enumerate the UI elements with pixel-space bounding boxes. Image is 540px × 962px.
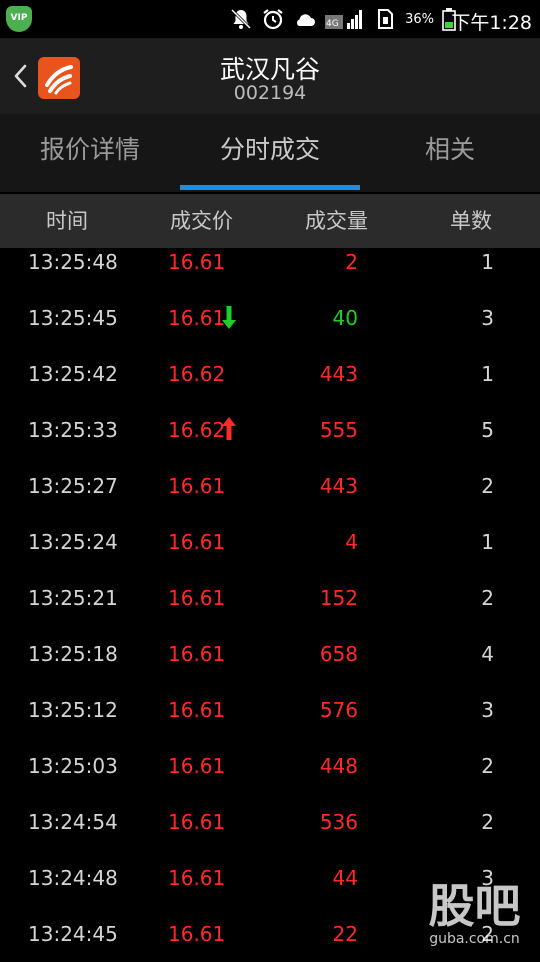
trade-price: 16.61 xyxy=(168,530,226,554)
trade-price: 16.62 xyxy=(168,362,226,386)
active-tab-indicator xyxy=(180,185,360,190)
trade-time: 13:25:18 xyxy=(28,642,118,666)
notifications-muted-icon xyxy=(231,8,252,30)
trade-time: 13:25:48 xyxy=(28,250,118,274)
trade-volume: 576 xyxy=(319,698,358,722)
trade-price: 16.61 xyxy=(168,810,226,834)
stock-code: 002194 xyxy=(233,82,307,104)
trade-price: 16.61 xyxy=(168,250,226,274)
trade-volume: 4 xyxy=(345,530,358,554)
tab-bar: 报价详情 分时成交 相关 xyxy=(0,114,540,192)
trade-price: 16.61 xyxy=(168,754,226,778)
signal-4g-icon: 4G xyxy=(325,10,363,29)
trade-price: 16.61 xyxy=(168,642,226,666)
arrow-up-icon xyxy=(222,417,236,440)
tab-quote-details[interactable]: 报价详情 xyxy=(0,114,180,192)
trade-time: 13:25:12 xyxy=(28,698,118,722)
trade-volume: 448 xyxy=(319,754,358,778)
table-row: 13:25:03 16.61 448 2 xyxy=(0,738,540,794)
table-row: 13:25:45 16.61 40 3 xyxy=(0,290,540,346)
trade-price: 16.61 xyxy=(168,922,226,946)
sim-card-icon xyxy=(378,9,394,29)
table-row: 13:24:54 16.61 536 2 xyxy=(0,794,540,850)
alarm-clock-icon xyxy=(263,9,283,30)
trade-count: 1 xyxy=(481,530,494,554)
trade-time: 13:25:42 xyxy=(28,362,118,386)
trade-count: 2 xyxy=(481,810,494,834)
table-row: 13:25:42 16.62 443 1 xyxy=(0,346,540,402)
trade-count: 2 xyxy=(481,474,494,498)
trade-time: 13:24:54 xyxy=(28,810,118,834)
battery-percent: 36% xyxy=(405,11,434,27)
trade-volume: 555 xyxy=(319,418,358,442)
table-row: 13:25:48 16.61 2 1 xyxy=(0,234,540,290)
trade-count: 1 xyxy=(481,362,494,386)
trade-count: 5 xyxy=(481,418,494,442)
status-icons: 4G 36% xyxy=(229,5,456,33)
trade-count: 3 xyxy=(481,306,494,330)
trade-count: 1 xyxy=(481,250,494,274)
trade-volume: 2 xyxy=(345,250,358,274)
trade-volume: 443 xyxy=(319,474,358,498)
trade-time: 13:24:45 xyxy=(28,922,118,946)
tab-tick-trades[interactable]: 分时成交 xyxy=(180,114,360,192)
status-bar: VIP 4G 36% 下午1:28 xyxy=(0,0,540,38)
weather-cloud-icon xyxy=(297,14,316,26)
arrow-down-icon xyxy=(222,306,236,329)
trade-price: 16.61 xyxy=(168,866,226,890)
trade-time: 13:24:48 xyxy=(28,866,118,890)
trade-price: 16.61 xyxy=(168,306,226,330)
watermark: 股吧 guba.com.cn xyxy=(417,880,532,946)
trade-count: 2 xyxy=(481,754,494,778)
guba-logo: 股吧 xyxy=(428,879,521,933)
table-row: 13:25:21 16.61 152 2 xyxy=(0,570,540,626)
vip-shield-icon: VIP xyxy=(6,6,32,32)
table-row: 13:25:12 16.61 576 3 xyxy=(0,682,540,738)
table-row: 13:25:24 16.61 4 1 xyxy=(0,514,540,570)
trade-count: 2 xyxy=(481,586,494,610)
svg-text:4G: 4G xyxy=(326,19,339,29)
status-time: 下午1:28 xyxy=(451,12,532,34)
trade-volume: 152 xyxy=(319,586,358,610)
trade-list[interactable]: 13:25:48 16.61 2 1 13:25:45 16.61 40 3 13:25:42 1… xyxy=(0,234,540,962)
trade-count: 3 xyxy=(481,698,494,722)
tab-related[interactable]: 相关 xyxy=(360,114,540,192)
trade-count: 4 xyxy=(481,642,494,666)
table-row: 13:25:27 16.61 443 2 xyxy=(0,458,540,514)
trade-price: 16.61 xyxy=(168,586,226,610)
app-header: 武汉凡谷 002194 xyxy=(0,38,540,114)
trade-volume: 22 xyxy=(332,922,358,946)
trade-price: 16.61 xyxy=(168,474,226,498)
trade-time: 13:25:33 xyxy=(28,418,118,442)
trade-price: 16.62 xyxy=(168,418,226,442)
trade-time: 13:25:21 xyxy=(28,586,118,610)
trade-volume: 536 xyxy=(319,810,358,834)
trade-time: 13:25:27 xyxy=(28,474,118,498)
trade-volume: 40 xyxy=(332,306,358,330)
guba-url: guba.com.cn xyxy=(429,931,520,947)
trade-price: 16.61 xyxy=(168,698,226,722)
trade-volume: 443 xyxy=(319,362,358,386)
trade-volume: 658 xyxy=(319,642,358,666)
table-row: 13:25:33 16.62 555 5 xyxy=(0,402,540,458)
stock-name: 武汉凡谷 xyxy=(219,55,320,84)
table-row: 13:25:18 16.61 658 4 xyxy=(0,626,540,682)
trade-time: 13:25:03 xyxy=(28,754,118,778)
trade-time: 13:25:24 xyxy=(28,530,118,554)
trade-time: 13:25:45 xyxy=(28,306,118,330)
trade-volume: 44 xyxy=(332,866,358,890)
